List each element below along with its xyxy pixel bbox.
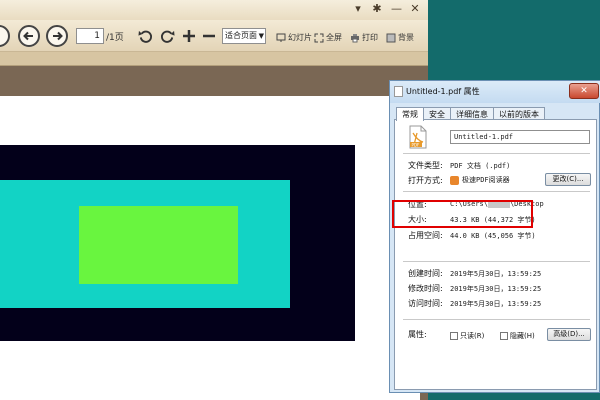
dialog-close-button[interactable]: ✕ — [569, 83, 599, 99]
fullscreen-icon — [314, 33, 324, 42]
fullscreen-label: 全屏 — [326, 33, 342, 42]
properties-dialog: Untitled-1.pdf 属性 ✕ 常规 安全 详细信息 以前的版本 PDF… — [389, 80, 600, 393]
open-with-value: 极速PDF阅读器 — [450, 175, 510, 185]
background-icon — [386, 33, 396, 42]
print-label: 打印 — [362, 33, 378, 42]
modified-label: 修改时间: — [408, 284, 443, 293]
slideshow-button[interactable]: 幻灯片 — [276, 32, 312, 43]
page-number-input[interactable]: 1 — [76, 28, 104, 44]
printer-icon — [351, 33, 359, 42]
zoom-out-icon[interactable] — [200, 25, 218, 47]
svg-text:PDF: PDF — [412, 142, 420, 147]
close-icon[interactable]: ✕ — [410, 2, 420, 15]
slideshow-icon — [276, 33, 286, 42]
window-controls: ▾ ✱ — ✕ — [353, 2, 420, 15]
zoom-in-icon[interactable] — [180, 25, 198, 47]
separator — [403, 153, 590, 154]
dialog-title: Untitled-1.pdf 属性 — [406, 87, 480, 96]
tab-general[interactable]: 常规 — [396, 107, 424, 121]
back-arrow-icon[interactable] — [18, 25, 40, 47]
type-value: PDF 文档 (.pdf) — [450, 162, 511, 170]
separator — [403, 261, 590, 262]
zoom-select[interactable]: 适合页面 ▼ — [222, 28, 266, 44]
rotate-cw-icon[interactable] — [158, 25, 176, 47]
accessed-label: 访问时间: — [408, 299, 443, 308]
change-button[interactable]: 更改(C)... — [545, 173, 591, 186]
partial-circle-icon[interactable] — [0, 25, 10, 47]
dialog-titlebar: Untitled-1.pdf 属性 ✕ — [390, 81, 600, 103]
filename-field[interactable]: Untitled-1.pdf — [450, 130, 590, 144]
open-with-app-name: 极速PDF阅读器 — [462, 176, 510, 184]
separator — [403, 191, 590, 192]
file-icon — [394, 86, 403, 97]
disk-size-value: 44.0 KB (45,056 字节) — [450, 232, 536, 240]
green-rectangle — [79, 206, 238, 284]
background-label: 背景 — [398, 33, 414, 42]
minimize-icon[interactable]: — — [391, 2, 402, 15]
pdf-page — [0, 96, 420, 400]
background-button[interactable]: 背景 — [386, 32, 414, 43]
type-label: 文件类型: — [408, 161, 443, 170]
fullscreen-button[interactable]: 全屏 — [314, 32, 342, 43]
viewer-titlebar: ▾ ✱ — ✕ — [0, 0, 428, 20]
readonly-label: 只读(R) — [460, 332, 485, 340]
pdf-file-icon: PDF — [409, 125, 427, 149]
hidden-checkbox-box[interactable] — [500, 332, 508, 340]
accessed-value: 2019年5月30日，13:59:25 — [450, 300, 542, 308]
forward-arrow-icon[interactable] — [46, 25, 68, 47]
viewer-tab-strip — [0, 52, 428, 66]
zoom-select-value: 适合页面 — [225, 31, 257, 40]
pdf-viewer-window: ▾ ✱ — ✕ 1 /1页 适合页面 ▼ 幻灯片 全屏 打印 背景 — [0, 0, 428, 400]
print-button[interactable]: 打印 — [350, 32, 378, 43]
readonly-checkbox-box[interactable] — [450, 332, 458, 340]
created-value: 2019年5月30日，13:59:25 — [450, 270, 542, 278]
skin-icon[interactable]: ▾ — [353, 2, 363, 15]
modified-value: 2019年5月30日，13:59:25 — [450, 285, 542, 293]
attributes-label: 属性: — [408, 330, 427, 339]
general-panel: PDF Untitled-1.pdf 文件类型: PDF 文档 (.pdf) 打… — [394, 119, 597, 390]
settings-icon[interactable]: ✱ — [372, 2, 382, 15]
rotate-ccw-icon[interactable] — [136, 25, 154, 47]
separator — [403, 319, 590, 320]
advanced-button[interactable]: 高级(D)... — [547, 328, 591, 341]
readonly-checkbox[interactable]: 只读(R) — [450, 331, 484, 341]
page-total-label: /1页 — [106, 33, 124, 43]
pdf-reader-app-icon — [450, 175, 459, 185]
disk-size-label: 占用空间: — [408, 231, 443, 240]
hidden-label: 隐藏(H) — [510, 332, 535, 340]
slideshow-label: 幻灯片 — [288, 33, 312, 42]
document-area — [0, 66, 428, 400]
hidden-checkbox[interactable]: 隐藏(H) — [500, 331, 535, 341]
created-label: 创建时间: — [408, 269, 443, 278]
chevron-down-icon: ▼ — [258, 32, 264, 40]
open-with-label: 打开方式: — [408, 176, 443, 185]
red-highlight-box — [392, 200, 533, 228]
viewer-toolbar: 1 /1页 适合页面 ▼ 幻灯片 全屏 打印 背景 — [0, 20, 428, 52]
